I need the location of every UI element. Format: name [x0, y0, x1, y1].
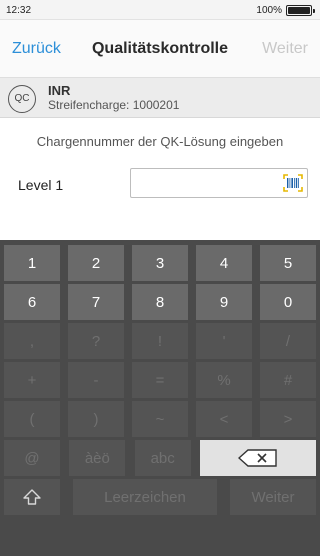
- backspace-button[interactable]: [199, 440, 316, 476]
- key-6[interactable]: 6: [4, 284, 60, 320]
- status-time: 12:32: [6, 5, 32, 16]
- keyboard-row-6: @ àèö abc: [0, 440, 320, 476]
- key-plus: +: [4, 362, 60, 398]
- keyboard-row-4: + - = % #: [0, 362, 320, 398]
- space-key[interactable]: Leerzeichen: [73, 479, 217, 515]
- qc-badge-icon: QC: [8, 85, 36, 113]
- status-bar: 12:32 100%: [0, 0, 320, 20]
- keyboard-row-2: 6 7 8 9 0: [0, 284, 320, 320]
- keyboard-row-3: , ? ! ' /: [0, 323, 320, 359]
- key-abc: abc: [134, 440, 191, 476]
- key-comma: ,: [4, 323, 60, 359]
- instruction-text: Chargennummer der QK-Lösung eingeben: [36, 134, 284, 149]
- key-4[interactable]: 4: [196, 245, 252, 281]
- barcode-scan-icon[interactable]: [283, 174, 303, 192]
- lot-number-input[interactable]: [135, 173, 275, 193]
- key-1[interactable]: 1: [4, 245, 60, 281]
- key-exclamation: !: [132, 323, 188, 359]
- level-label: Level 1: [18, 177, 64, 193]
- test-name: INR: [48, 83, 71, 98]
- strip-lot-number: Streifencharge: 1000201: [48, 98, 180, 112]
- key-2[interactable]: 2: [68, 245, 124, 281]
- key-slash: /: [260, 323, 316, 359]
- key-accents: àèö: [69, 440, 126, 476]
- battery-icon: [286, 5, 315, 16]
- key-0[interactable]: 0: [260, 284, 316, 320]
- key-percent: %: [196, 362, 252, 398]
- key-minus: -: [68, 362, 124, 398]
- keyboard-row-7: Leerzeichen Weiter: [0, 479, 320, 515]
- shift-icon: [23, 489, 41, 505]
- navigation-bar: Zurück Qualitätskontrolle Weiter: [0, 20, 320, 78]
- key-7[interactable]: 7: [68, 284, 124, 320]
- keyboard-row-5: ( ) ~ < >: [0, 401, 320, 437]
- backspace-icon: [237, 449, 277, 467]
- lot-number-field[interactable]: [130, 168, 308, 198]
- back-button[interactable]: Zurück: [12, 40, 61, 58]
- key-hash: #: [260, 362, 316, 398]
- key-close-paren: ): [68, 401, 124, 437]
- key-greater-than: >: [260, 401, 316, 437]
- next-button[interactable]: Weiter: [262, 40, 308, 58]
- key-apostrophe: ': [196, 323, 252, 359]
- test-info-panel: QC INR Streifencharge: 1000201: [0, 78, 320, 118]
- key-9[interactable]: 9: [196, 284, 252, 320]
- key-at: @: [4, 440, 60, 476]
- shift-button[interactable]: [4, 479, 60, 515]
- key-open-paren: (: [4, 401, 60, 437]
- key-tilde: ~: [132, 401, 188, 437]
- keyboard-row-1: 1 2 3 4 5: [0, 245, 320, 281]
- battery-percentage: 100%: [256, 5, 282, 16]
- key-question: ?: [68, 323, 124, 359]
- keyboard-next-key[interactable]: Weiter: [230, 479, 316, 515]
- key-8[interactable]: 8: [132, 284, 188, 320]
- key-3[interactable]: 3: [132, 245, 188, 281]
- key-less-than: <: [196, 401, 252, 437]
- battery-fill: [288, 7, 310, 14]
- battery-tip: [313, 9, 315, 13]
- key-equals: =: [132, 362, 188, 398]
- key-5[interactable]: 5: [260, 245, 316, 281]
- keyboard: 1 2 3 4 5 6 7 8 9 0 , ? ! ' / + - = % # …: [0, 240, 320, 556]
